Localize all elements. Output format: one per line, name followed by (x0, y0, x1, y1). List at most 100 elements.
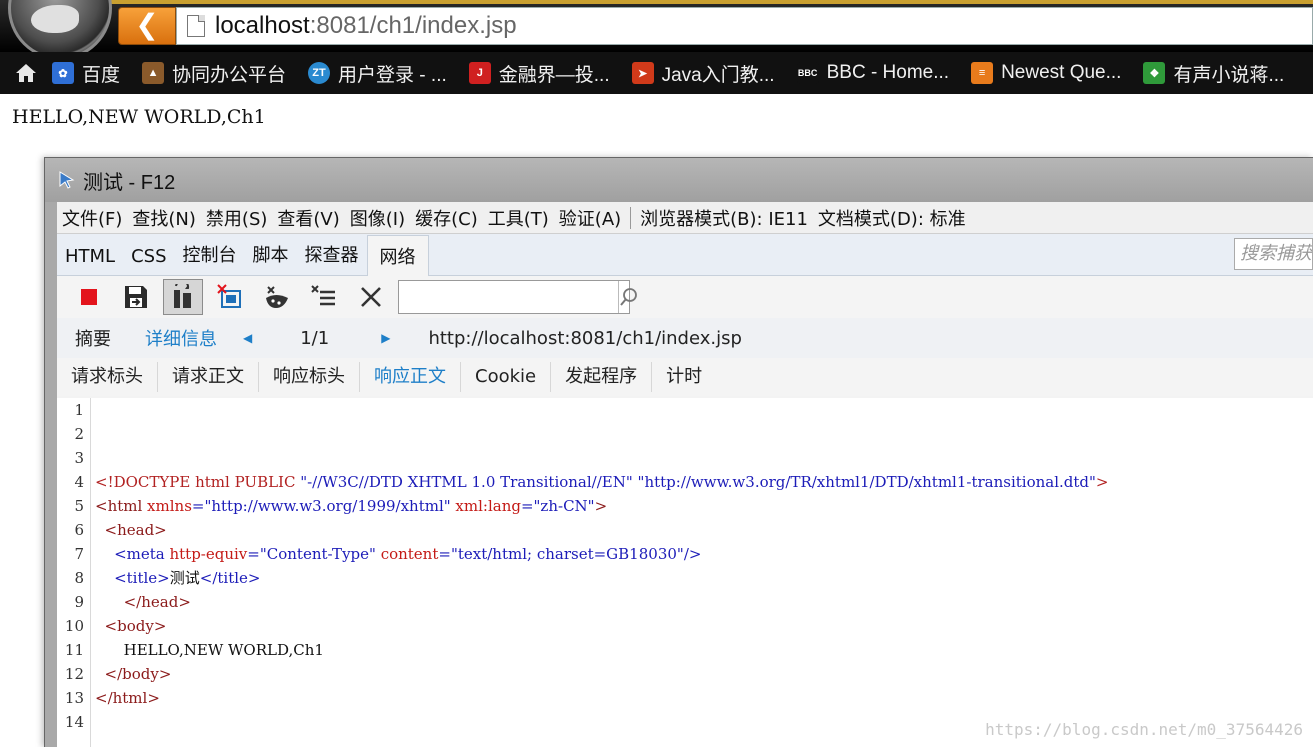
bookmark-baidu[interactable]: ✿ 百度 (52, 60, 120, 87)
code-token: xml:lang (450, 497, 521, 515)
code-token: ="text/html; charset=GB18030" (438, 545, 684, 563)
menu-validate[interactable]: 验证(A) (554, 205, 626, 231)
menu-find[interactable]: 查找(N) (127, 205, 201, 231)
delete-button[interactable] (351, 279, 391, 315)
back-button[interactable]: ❮ (118, 7, 176, 45)
always-refresh-button[interactable] (163, 279, 203, 315)
save-icon (125, 286, 147, 308)
menu-images[interactable]: 图像(I) (345, 205, 410, 231)
code-token: "-//W3C//DTD XHTML 1.0 Transitional//EN" (300, 473, 633, 491)
menu-view[interactable]: 查看(V) (272, 205, 344, 231)
subtab-request-headers[interactable]: 请求标头 (57, 362, 158, 392)
save-button[interactable] (116, 279, 156, 315)
titlebar-accent (110, 0, 1313, 4)
firefox-menu-icon[interactable] (8, 0, 112, 60)
tab-html[interactable]: HTML (57, 246, 123, 275)
line-number: 3 (74, 449, 84, 467)
code-token: <meta (95, 545, 170, 563)
clear-cookies-button[interactable] (257, 279, 297, 315)
subtab-request-body[interactable]: 请求正文 (158, 362, 259, 392)
code-token: "http://www.w3.org/TR/xhtml1/DTD/xhtml1-… (637, 473, 1096, 491)
code-line: HELLO,NEW WORLD,Ch1 (95, 638, 1313, 662)
filter-search-button[interactable] (618, 281, 639, 313)
tab-profiler[interactable]: 探查器 (297, 241, 367, 275)
bookmark-jrj[interactable]: J 金融界—投... (468, 60, 610, 87)
code-token: <!DOCTYPE html PUBLIC (95, 473, 301, 491)
book-icon: ❖ (1143, 62, 1166, 84)
code-token: 测试 (169, 569, 200, 587)
server-refresh-icon (174, 284, 191, 308)
home-icon[interactable] (0, 52, 52, 94)
code-token: http-equiv (169, 545, 248, 563)
request-nav-row: 摘要 详细信息 ◀ 1/1 ▶ http://localhost:8081/ch… (57, 318, 1313, 358)
devtools-titlebar[interactable]: 测试 - F12 (45, 158, 1313, 202)
line-number: 11 (64, 641, 84, 659)
prev-request-icon[interactable]: ◀ (243, 331, 252, 345)
stop-capture-button[interactable] (69, 279, 109, 315)
code-token: HELLO,NEW WORLD,Ch1 (95, 641, 324, 659)
line-number: 9 (74, 593, 84, 611)
baidu-icon: ✿ (52, 62, 74, 84)
line-number: 2 (74, 425, 84, 443)
code-token: ="http://www.w3.org/1999/xhtml" (191, 497, 451, 515)
code-lines: <!DOCTYPE html PUBLIC "-//W3C//DTD XHTML… (91, 398, 1313, 747)
menu-separator (630, 206, 632, 229)
menu-disable[interactable]: 禁用(S) (201, 205, 272, 231)
bookmark-java[interactable]: ➤ Java入门教... (631, 60, 775, 87)
code-token: ="Content-Type" (247, 545, 376, 563)
line-number: 6 (74, 521, 84, 539)
tab-console[interactable]: 控制台 (175, 241, 245, 275)
line-number: 12 (64, 665, 84, 683)
summary-button[interactable]: 摘要 (75, 325, 111, 351)
search-capture-input[interactable]: 搜索捕获 (1234, 238, 1313, 270)
address-bar[interactable]: localhost:8081/ch1/index.jsp (176, 7, 1313, 45)
menu-document-mode[interactable]: 文档模式(D): 标准 (813, 205, 971, 231)
code-token: ="zh-CN" (520, 497, 595, 515)
menu-tools[interactable]: 工具(T) (483, 205, 554, 231)
bookmark-audiobook[interactable]: ❖ 有声小说蒋... (1143, 60, 1284, 87)
bookmark-label: 用户登录 - ... (338, 64, 447, 86)
clear-cache-button[interactable] (210, 279, 250, 315)
code-line: <meta http-equiv="Content-Type" content=… (95, 542, 1313, 566)
clear-cache-icon (217, 284, 241, 308)
url-path: :8081/ch1/index.jsp (309, 12, 517, 39)
bookmark-bbc[interactable]: BBC BBC - Home... (796, 62, 949, 84)
address-text[interactable]: localhost:8081/ch1/index.jsp (215, 12, 517, 40)
response-body-viewer[interactable]: 1 2 3 4 5 6 7 8 9 10 11 12 13 14 <!DOCTY… (57, 398, 1313, 747)
subtab-timings[interactable]: 计时 (652, 362, 716, 392)
clear-entries-button[interactable] (304, 279, 344, 315)
subtab-initiator[interactable]: 发起程序 (551, 362, 653, 392)
filter-input[interactable] (399, 281, 618, 313)
page-content-text: HELLO,NEW WORLD,Ch1 (12, 106, 266, 128)
bookmark-login[interactable]: ZT 用户登录 - ... (308, 60, 447, 87)
bookmark-label: 有声小说蒋... (1173, 64, 1285, 86)
logo-shape (31, 5, 79, 33)
tab-network[interactable]: 网络 (366, 235, 429, 276)
menu-file[interactable]: 文件(F) (57, 205, 127, 231)
tab-css[interactable]: CSS (123, 246, 174, 275)
code-token: content (375, 545, 439, 563)
bookmark-label: Java入门教... (661, 64, 775, 86)
bookmark-stackoverflow[interactable]: ≡ Newest Que... (971, 62, 1121, 84)
code-token: <body> (95, 617, 167, 635)
menu-cache[interactable]: 缓存(C) (410, 205, 483, 231)
next-request-icon[interactable]: ▶ (381, 331, 390, 345)
code-token: xmlns (147, 497, 192, 515)
subtab-response-headers[interactable]: 响应标头 (259, 362, 360, 392)
subtab-cookies[interactable]: Cookie (461, 362, 552, 392)
detail-subtabs: 请求标头 请求正文 响应标头 响应正文 Cookie 发起程序 计时 (57, 358, 1313, 396)
subtab-response-body[interactable]: 响应正文 (360, 362, 461, 392)
line-number: 1 (74, 401, 84, 419)
line-number: 8 (74, 569, 84, 587)
tab-script[interactable]: 脚本 (245, 241, 297, 275)
bookmark-oa[interactable]: ▲ 协同办公平台 (142, 60, 286, 87)
line-number: 14 (64, 713, 84, 731)
line-number: 10 (64, 617, 84, 635)
devtools-cursor-icon (59, 171, 75, 189)
line-number: 13 (64, 689, 84, 707)
menu-browser-mode[interactable]: 浏览器模式(B): IE11 (635, 205, 813, 231)
request-url: http://localhost:8081/ch1/index.jsp (428, 327, 742, 349)
detail-view-button[interactable]: 详细信息 (145, 325, 217, 351)
